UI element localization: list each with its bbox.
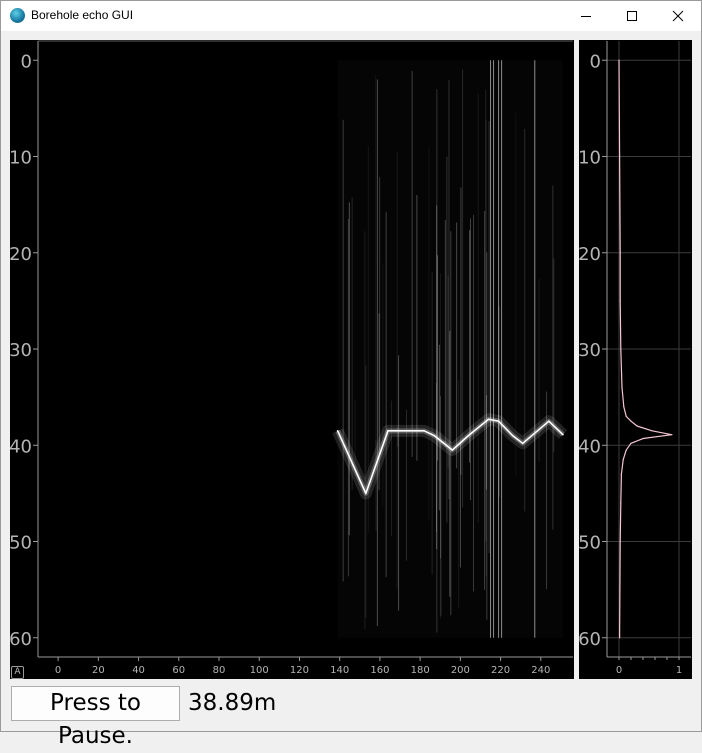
x-tick-label: 240 — [531, 665, 550, 676]
profile-series-point — [625, 415, 627, 417]
profile-series-point — [621, 386, 623, 389]
y-tick-label: 40 — [10, 436, 32, 457]
profile-series-point — [642, 437, 644, 440]
profile-y-tick-label: 60 — [579, 629, 601, 650]
echo-heatmap-panel[interactable]: 0 10 20 30 40 50 60 0 20 40 60 80 100 120 140 160 180 200… — [9, 40, 574, 679]
profile-series-point — [620, 348, 622, 350]
echo-profile-panel[interactable]: 0 10 20 30 40 50 60 0 1 — [578, 40, 692, 679]
profile-series-point — [619, 540, 621, 543]
x-tick-label: 60 — [172, 665, 185, 676]
profile-series-point — [651, 430, 653, 432]
app-logo-icon — [10, 8, 25, 23]
profile-series-point — [620, 502, 622, 504]
echo-trace-point — [467, 434, 470, 437]
y-tick-label: 20 — [10, 244, 32, 265]
y-tick-label: 30 — [10, 340, 32, 361]
x-tick-label: 80 — [213, 665, 226, 676]
profile-series-point — [636, 425, 638, 427]
pause-button[interactable]: Press to Pause. — [11, 686, 180, 749]
profile-series-point — [625, 449, 627, 451]
echo-trace-point — [365, 492, 367, 495]
x-tick-label: 160 — [370, 665, 389, 676]
profile-series-point — [671, 434, 673, 436]
echo-trace-point — [521, 442, 524, 445]
x-tick-label: 200 — [451, 665, 470, 676]
echo-trace-point — [423, 430, 425, 432]
echo-trace-point — [548, 420, 550, 422]
x-tick-label: 0 — [55, 665, 61, 676]
x-tick-label: 140 — [330, 665, 349, 676]
profile-series-point — [623, 406, 625, 408]
profile-series-point — [622, 459, 624, 461]
echo-trace-point — [487, 418, 490, 421]
echo-trace-point — [336, 430, 339, 432]
y-tick-label: 60 — [10, 629, 32, 650]
echo-heatmap-chart[interactable]: 0 10 20 30 40 50 60 0 20 40 60 80 100 120 140 160 180 200… — [9, 40, 574, 679]
profile-series-point — [630, 442, 632, 444]
profile-series-point — [619, 155, 621, 158]
profile-series-point — [618, 59, 620, 61]
x-tick-label: 100 — [250, 665, 269, 676]
echo-trace-point — [562, 433, 564, 436]
echo-profile-chart[interactable]: 0 10 20 30 40 50 60 0 1 — [578, 40, 692, 679]
echo-trace-point — [433, 434, 436, 437]
echo-trace-point — [497, 420, 500, 422]
profile-y-tick-label: 0 — [590, 51, 601, 72]
profile-y-tick-label: 30 — [579, 340, 601, 361]
minimize-button[interactable] — [563, 1, 609, 31]
y-tick-label: 0 — [21, 51, 32, 72]
title-bar[interactable]: Borehole echo GUI — [1, 1, 701, 31]
x-tick-label: 20 — [92, 665, 105, 676]
maximize-icon — [627, 11, 637, 21]
depth-readout: 38.89m — [188, 690, 277, 716]
close-button[interactable] — [655, 1, 701, 31]
y-tick-label: 10 — [10, 148, 32, 169]
profile-y-tick-label: 40 — [579, 436, 601, 457]
y-tick-label: 50 — [10, 533, 32, 554]
profile-y-tick-label: 10 — [579, 148, 601, 169]
heatmap-data-region — [337, 60, 563, 638]
close-icon — [672, 10, 684, 22]
profile-series-point — [619, 252, 621, 254]
minimize-icon — [581, 16, 591, 17]
profile-series-point — [620, 473, 622, 475]
profile-x-tick-label: 0 — [616, 665, 622, 676]
echo-trace-point — [511, 434, 514, 437]
x-tick-label: 120 — [290, 665, 309, 676]
profile-y-tick-label: 20 — [579, 244, 601, 265]
x-tick-label: 220 — [491, 665, 510, 676]
profile-series-point — [619, 637, 621, 639]
maximize-button[interactable] — [609, 1, 655, 31]
echo-trace-point — [451, 449, 454, 451]
autorange-button[interactable]: A — [11, 666, 24, 679]
echo-trace-point — [387, 430, 389, 432]
window-title: Borehole echo GUI — [31, 8, 134, 22]
x-tick-label: 180 — [411, 665, 430, 676]
profile-series-point — [619, 300, 621, 302]
profile-x-tick-label: 1 — [676, 665, 682, 676]
x-tick-label: 40 — [132, 665, 145, 676]
profile-y-tick-label: 50 — [579, 533, 601, 554]
profile-series-point — [630, 420, 632, 422]
